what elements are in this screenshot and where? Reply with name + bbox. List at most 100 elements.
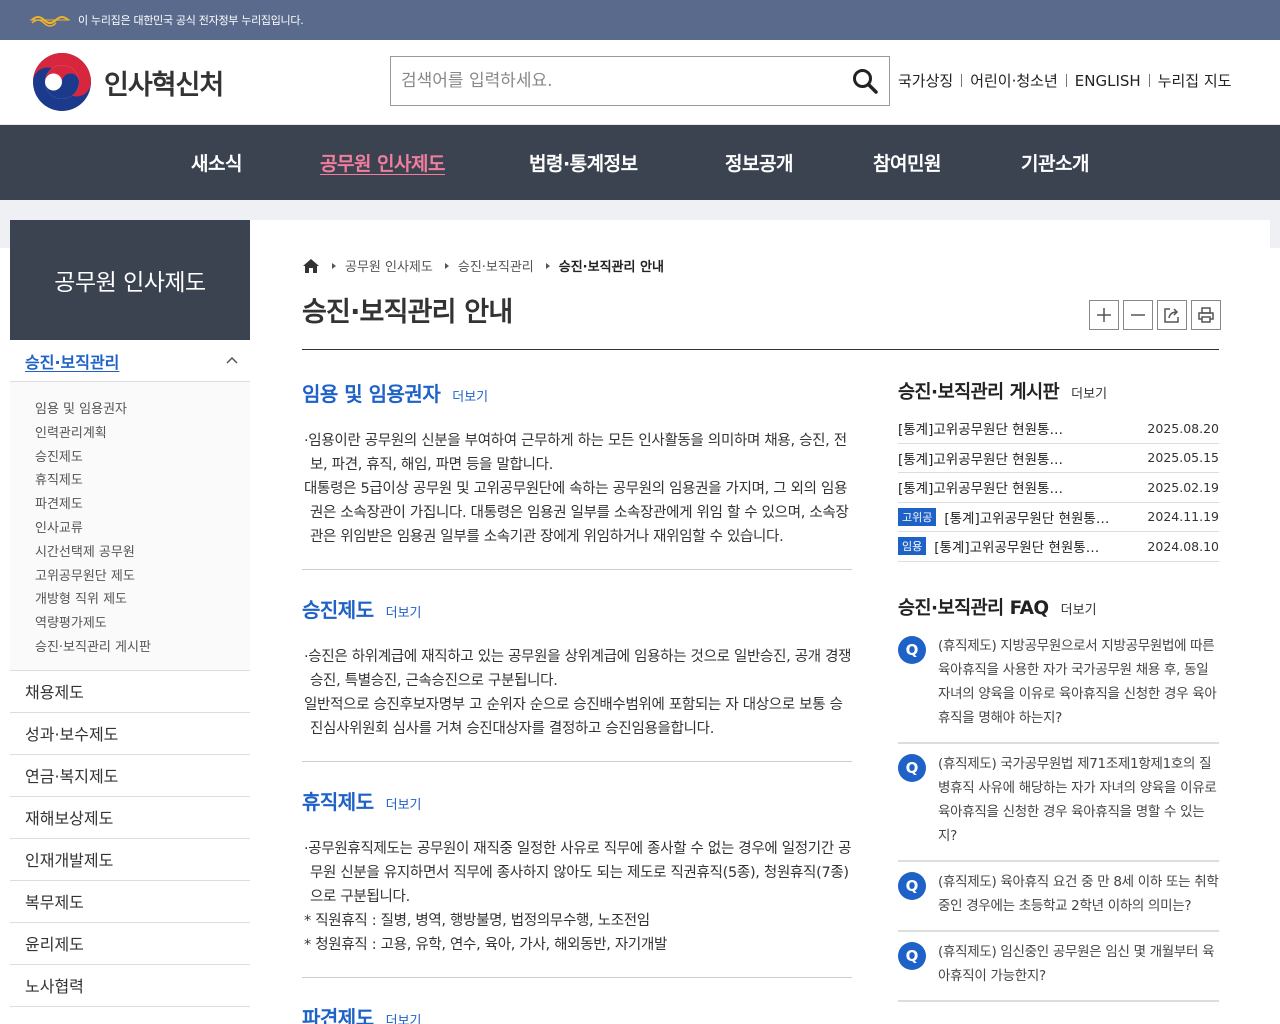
section-paragraph: 일반적으로 승진후보자명부 고 순위자 순으로 승진배수범위에 포함되는 자 대… (304, 697, 843, 737)
print-button[interactable] (1191, 300, 1221, 330)
section-leave: 휴직제도 더보기 ·공무원휴직제도는 공무원이 재직중 일정한 사유로 직무에 종… (302, 786, 852, 978)
faq-q-badge: Q (898, 636, 926, 664)
submenu-item-appointment[interactable]: 임용 및 임용권자 (35, 398, 250, 422)
faq-q-badge: Q (898, 942, 926, 970)
nav-item-law-stats[interactable]: 법령·통계정보 (529, 149, 638, 176)
submenu-item-exchange[interactable]: 인사교류 (35, 517, 250, 541)
sidebar-item-service[interactable]: 복무제도 (10, 880, 250, 923)
section-body: ·승진은 하위계급에 재직하고 있는 공무원을 상위계급에 임용하는 것으로 일… (302, 645, 852, 741)
submenu-item-open-position[interactable]: 개방형 직위 제도 (35, 588, 250, 612)
sidebar-item-labor[interactable]: 노사협력 (10, 964, 250, 1007)
gov-banner-text: 이 누리집은 대한민국 공식 전자정부 누리집입니다. (78, 14, 304, 27)
header: 인사혁신처 국가상징 어린이·청소년 ENGLISH 누리집 지도 (0, 40, 1280, 125)
sidebar-item-accident-comp[interactable]: 재해보상제도 (10, 796, 250, 839)
section-appointment: 임용 및 임용권자 더보기 ·임용이란 공무원의 신분을 부여하여 근무하게 하는… (302, 378, 852, 570)
board-row-date: 2025.02.19 (1147, 479, 1219, 495)
submenu-item-leave[interactable]: 휴직제도 (35, 469, 250, 493)
board-row[interactable]: [통계]고위공무원단 현원통… 2025.05.15 (898, 444, 1219, 473)
nav-item-disclosure[interactable]: 정보공개 (725, 149, 793, 176)
faq-item[interactable]: Q (휴직제도) 육아휴직 요건 중 만 8세 이하 또는 취학중인 경우에는 … (898, 862, 1219, 932)
board-row[interactable]: 임용 [통계]고위공무원단 현원통… 2024.08.10 (898, 532, 1219, 562)
site-logo[interactable]: 인사혁신처 (32, 52, 224, 112)
page-title: 승진·보직관리 안내 (302, 297, 513, 328)
taegeuk-logo-icon (33, 53, 91, 111)
breadcrumb-separator (332, 262, 336, 269)
zoom-out-button[interactable] (1123, 300, 1153, 330)
util-link-kids[interactable]: 어린이·청소년 (970, 70, 1058, 91)
faq-q-badge: Q (898, 872, 926, 900)
submenu-item-dispatch[interactable]: 파견제도 (35, 493, 250, 517)
divider (1148, 74, 1150, 87)
sidebar: 공무원 인사제도 승진·보직관리 임용 및 임용권자 인력관리계획 승진제도 휴… (10, 220, 250, 1007)
nav-item-personnel-system[interactable]: 공무원 인사제도 (320, 149, 445, 176)
breadcrumb-separator (545, 262, 550, 269)
more-link[interactable]: 더보기 (386, 1010, 422, 1024)
faq-item[interactable]: Q (휴직제도) 국가공무원법 제71조제1항제1호의 질병휴직 사유에 해당하… (898, 744, 1219, 862)
faq-question: (휴직제도) 육아휴직 요건 중 만 8세 이하 또는 취학중인 경우에는 초등… (938, 874, 1219, 914)
sidebar-item-pension-welfare[interactable]: 연금·복지제도 (10, 754, 250, 797)
section-divider (302, 977, 852, 978)
breadcrumb: 공무원 인사제도 승진·보직관리 승진·보직관리 안내 (302, 256, 664, 275)
board-row-tag: 고위공 (898, 507, 937, 526)
faq-item[interactable]: Q (휴직제도) 임신중인 공무원은 임신 몇 개월부터 육아휴직이 가능한지? (898, 932, 1219, 1002)
submenu-item-promotion[interactable]: 승진제도 (35, 446, 250, 470)
more-link[interactable]: 더보기 (452, 386, 488, 405)
faq-question: (휴직제도) 임신중인 공무원은 임신 몇 개월부터 육아휴직이 가능한지? (938, 944, 1215, 984)
board-row-date: 2024.11.19 (1147, 509, 1219, 525)
page-body: 공무원 인사제도 승진·보직관리 임용 및 임용권자 인력관리계획 승진제도 휴… (0, 200, 1280, 1024)
home-icon[interactable] (302, 257, 320, 275)
breadcrumb-item[interactable]: 승진·보직관리 (458, 256, 534, 275)
more-link[interactable]: 더보기 (386, 602, 422, 621)
board-list: [통계]고위공무원단 현원통… 2025.08.20 [통계]고위공무원단 현원… (898, 414, 1219, 562)
sidebar-current-section[interactable]: 승진·보직관리 (10, 340, 250, 382)
nav-item-about[interactable]: 기관소개 (1021, 149, 1089, 176)
faq-list: Q (휴직제도) 지방공무원으로서 지방공무원법에 따른 육아휴직을 사용한 자… (898, 626, 1219, 1002)
board-more-link[interactable]: 더보기 (1071, 383, 1107, 402)
nav-item-participation[interactable]: 참여민원 (873, 149, 941, 176)
share-icon (1164, 308, 1179, 323)
faq-q-badge: Q (898, 754, 926, 782)
submenu-item-competency[interactable]: 역량평가제도 (35, 612, 250, 636)
faq-item[interactable]: Q (휴직제도) 지방공무원으로서 지방공무원법에 따른 육아휴직을 사용한 자… (898, 626, 1219, 744)
section-promotion: 승진제도 더보기 ·승진은 하위계급에 재직하고 있는 공무원을 상위계급에 임용… (302, 594, 852, 762)
search-icon[interactable] (851, 67, 879, 95)
util-link-english[interactable]: ENGLISH (1075, 72, 1141, 90)
submenu-item-board[interactable]: 승진·보직관리 게시판 (35, 636, 250, 660)
board-row-title: [통계]고위공무원단 현원통… (944, 510, 1110, 527)
board-row[interactable]: 고위공 [통계]고위공무원단 현원통… 2024.11.19 (898, 503, 1219, 532)
util-link-national-symbol[interactable]: 국가상징 (898, 70, 953, 91)
section-paragraph: 대통령은 5급이상 공무원 및 고위공무원단에 속하는 공무원의 임용권을 가지… (304, 481, 849, 545)
gov-banner: 이 누리집은 대한민국 공식 전자정부 누리집입니다. (0, 0, 1280, 40)
submenu-item-senior-civil-service[interactable]: 고위공무원단 제도 (35, 565, 250, 589)
breadcrumb-separator (444, 262, 449, 269)
sidebar-item-performance-pay[interactable]: 성과·보수제도 (10, 712, 250, 755)
faq-title: 승진·보직관리 FAQ (898, 598, 1049, 619)
more-link[interactable]: 더보기 (386, 794, 422, 813)
sidebar-item-ethics[interactable]: 윤리제도 (10, 922, 250, 965)
page-tools (1089, 300, 1225, 330)
submenu-item-part-time[interactable]: 시간선택제 공무원 (35, 541, 250, 565)
section-paragraph: ·임용이란 공무원의 신분을 부여하여 근무하게 하는 모든 인사활동을 의미하… (304, 433, 847, 473)
board-row[interactable]: [통계]고위공무원단 현원통… 2025.02.19 (898, 473, 1219, 503)
sidebar-item-talent-dev[interactable]: 인재개발제도 (10, 838, 250, 881)
section-title: 휴직제도 (302, 790, 374, 814)
board-row[interactable]: [통계]고위공무원단 현원통… 2025.08.20 (898, 414, 1219, 444)
sidebar-item-recruitment[interactable]: 채용제도 (10, 670, 250, 713)
section-paragraph: * 직원휴직 : 질병, 병역, 행방불명, 법정의무수행, 노조전임 (304, 913, 650, 929)
nav-item-news[interactable]: 새소식 (191, 149, 242, 176)
zoom-in-button[interactable] (1089, 300, 1119, 330)
section-paragraph: ·승진은 하위계급에 재직하고 있는 공무원을 상위계급에 임용하는 것으로 일… (304, 649, 852, 689)
sidebar-submenu: 임용 및 임용권자 인력관리계획 승진제도 휴직제도 파견제도 인사교류 시간선… (10, 382, 250, 671)
section-title: 승진제도 (302, 598, 374, 622)
section-dispatch: 파견제도 더보기 (302, 1002, 852, 1024)
util-link-sitemap[interactable]: 누리집 지도 (1158, 70, 1232, 91)
faq-more-link[interactable]: 더보기 (1061, 599, 1097, 618)
search-input[interactable] (391, 57, 831, 105)
board-row-date: 2025.08.20 (1147, 420, 1219, 436)
section-title: 임용 및 임용권자 (302, 382, 441, 406)
breadcrumb-item[interactable]: 공무원 인사제도 (345, 256, 433, 275)
section-divider (302, 761, 852, 762)
print-icon (1198, 307, 1214, 323)
share-button[interactable] (1157, 300, 1187, 330)
submenu-item-workforce-plan[interactable]: 인력관리계획 (35, 422, 250, 446)
